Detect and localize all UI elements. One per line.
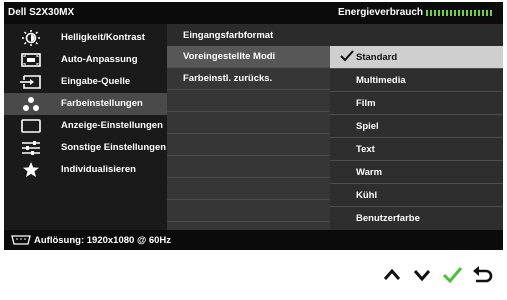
sidebar-item-label: Helligkeit/Kontrast [61, 32, 145, 43]
submenu-title-row[interactable]: Eingangsfarbformat [167, 24, 503, 46]
down-arrow-icon [413, 270, 431, 282]
sidebar-item-label: Auto-Anpassung [61, 54, 138, 65]
display-settings-icon [21, 119, 41, 133]
resolution-connector-icon [11, 235, 31, 245]
resolution-info: Auflösung: 1920x1080 @ 60Hz [34, 235, 172, 246]
submenu-empty-row [167, 90, 330, 112]
other-settings-icon [22, 141, 40, 155]
option-custom-color[interactable]: Benutzerfarbe [330, 207, 503, 230]
energy-meter-bar [426, 10, 494, 16]
auto-adjust-icon [21, 53, 41, 67]
checkmark-icon [442, 267, 463, 284]
checkmark-icon [340, 50, 354, 62]
confirm-button[interactable] [440, 263, 464, 287]
brightness-icon [22, 30, 40, 46]
option-label: Multimedia [356, 75, 406, 86]
input-color-format-label: Eingangsfarbformat [183, 30, 274, 41]
sidebar-item-label: Individualisieren [61, 164, 136, 175]
submenu-empty-row [167, 156, 330, 178]
star-icon [23, 162, 39, 177]
option-label: Spiel [356, 121, 379, 132]
back-button[interactable] [470, 263, 494, 287]
model-name: Dell S2X30MX [8, 7, 75, 18]
sidebar-item-input-source[interactable]: Eingabe-Quelle [4, 71, 167, 93]
sidebar-item-label: Sonstige Einstellungen [61, 142, 167, 153]
down-button[interactable] [410, 263, 434, 287]
color-settings-icon [23, 97, 39, 111]
sidebar-item-label: Anzeige-Einstellungen [61, 120, 163, 131]
option-label: Warm [356, 167, 383, 178]
sidebar-item-auto-adjust[interactable]: Auto-Anpassung [4, 49, 167, 71]
submenu-item-preset-modes[interactable]: Voreingestellte Modi [167, 46, 330, 68]
option-cool[interactable]: Kühl [330, 184, 503, 207]
option-multimedia[interactable]: Multimedia [330, 69, 503, 92]
submenu-empty-row [167, 178, 330, 200]
osd-footer: Auflösung: 1920x1080 @ 60Hz [4, 230, 503, 250]
option-label: Film [356, 98, 376, 109]
sidebar-item-other-settings[interactable]: Sonstige Einstellungen [4, 137, 167, 159]
option-text[interactable]: Text [330, 138, 503, 161]
input-source-icon [20, 75, 41, 89]
option-label: Benutzerfarbe [356, 213, 420, 224]
sidebar-item-brightness-contrast[interactable]: Helligkeit/Kontrast [4, 27, 167, 49]
sidebar-item-label: Farbeinstellungen [61, 98, 143, 109]
option-game[interactable]: Spiel [330, 115, 503, 138]
submenu-empty-row [167, 200, 330, 222]
back-icon [473, 266, 493, 283]
submenu-empty-row [167, 112, 330, 134]
option-film[interactable]: Film [330, 92, 503, 115]
sidebar-item-label: Eingabe-Quelle [61, 76, 131, 87]
up-button[interactable] [380, 263, 404, 287]
submenu-item-reset-color[interactable]: Farbeinstl. zurücks. [167, 68, 330, 90]
up-arrow-icon [383, 268, 401, 280]
submenu-item-label: Voreingestellte Modi [183, 51, 276, 62]
sidebar-item-color-settings[interactable]: Farbeinstellungen [4, 93, 167, 115]
osd-header: Dell S2X30MX Energieverbrauch [4, 2, 503, 24]
sidebar-item-display-settings[interactable]: Anzeige-Einstellungen [4, 115, 167, 137]
option-label: Standard [356, 52, 398, 63]
sidebar-item-personalize[interactable]: Individualisieren [4, 159, 167, 181]
monitor-osd-menu: Dell S2X30MX Energieverbrauch Helligkeit… [4, 2, 503, 250]
submenu-item-label: Farbeinstl. zurücks. [183, 73, 273, 84]
option-standard[interactable]: Standard [330, 46, 503, 69]
submenu-empty-row [167, 134, 330, 156]
energy-consumption-label: Energieverbrauch [338, 7, 424, 18]
option-label: Kühl [356, 190, 378, 201]
option-warm[interactable]: Warm [330, 161, 503, 184]
option-label: Text [356, 144, 375, 155]
